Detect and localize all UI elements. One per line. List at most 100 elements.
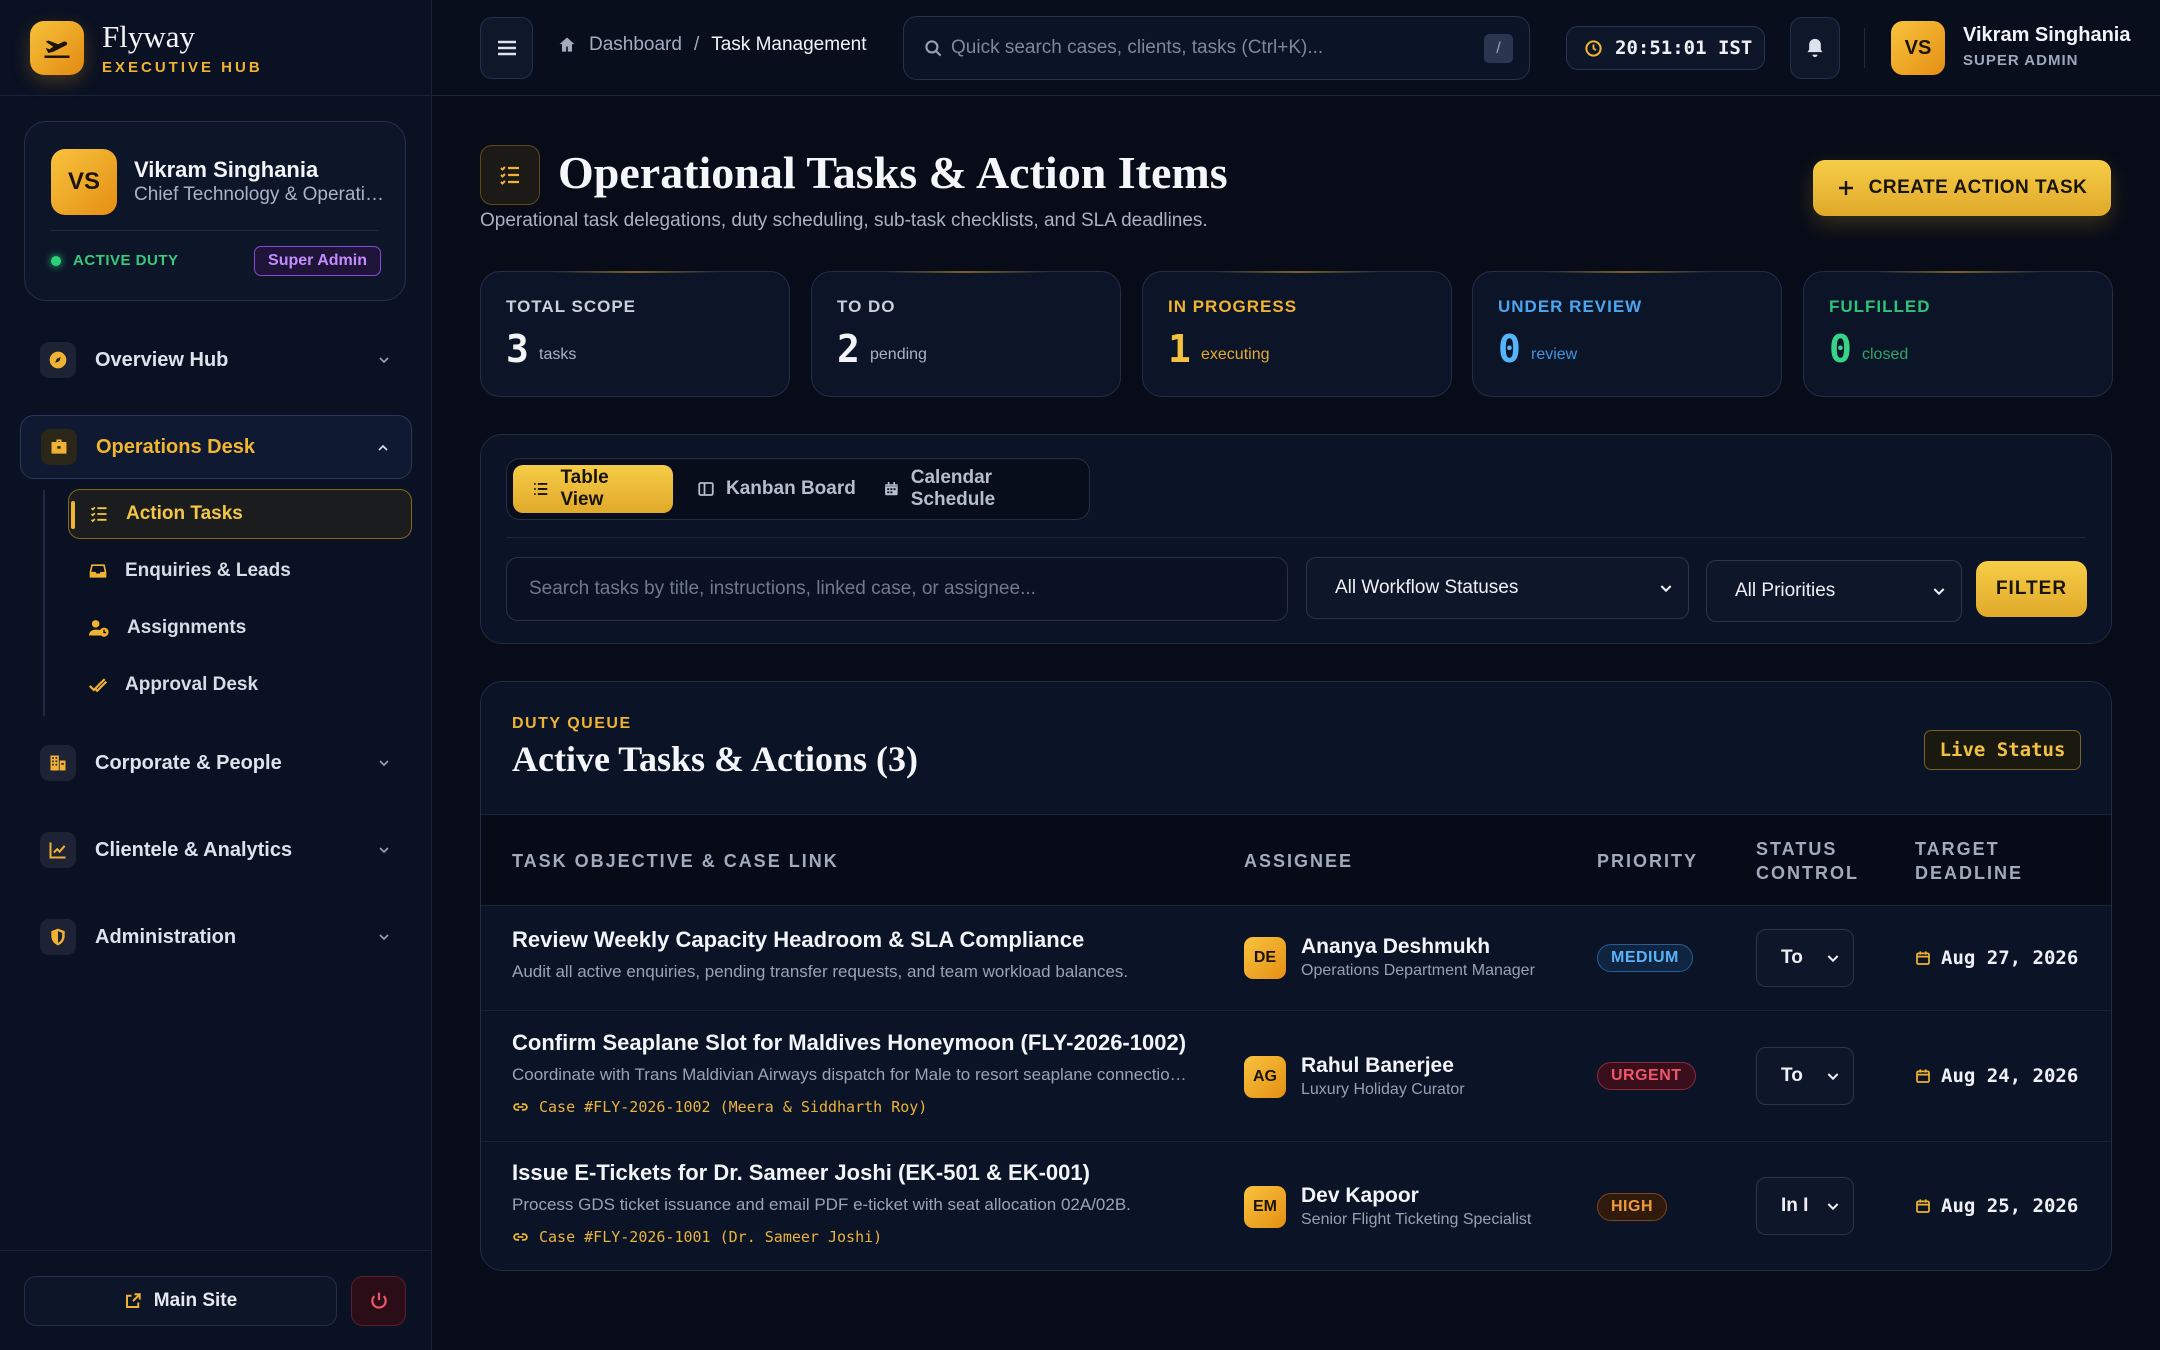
breadcrumb: Dashboard / Task Management xyxy=(557,34,866,56)
table-row[interactable]: Issue E-Tickets for Dr. Sameer Joshi (EK… xyxy=(481,1142,2111,1270)
duty-queue-label: DUTY QUEUE xyxy=(512,715,632,732)
status-select[interactable]: To xyxy=(1756,929,1854,987)
task-deadline: Aug 27, 2026 xyxy=(1915,947,2078,969)
brand[interactable]: Flyway EXECUTIVE HUB xyxy=(0,0,431,96)
chevron-down-icon xyxy=(379,760,389,767)
tab-table-view[interactable]: Table View xyxy=(513,465,673,513)
chevron-down-icon xyxy=(1827,1073,1839,1081)
sidebar-item-label: Action Tasks xyxy=(126,503,243,524)
nav-administration-label: Administration xyxy=(95,925,237,948)
user-avatar[interactable]: VS xyxy=(1891,21,1945,75)
select-value: All Workflow Statuses xyxy=(1335,577,1519,598)
assignee-name: Ananya Deshmukh xyxy=(1301,935,1491,958)
calendar-icon xyxy=(1916,1069,1930,1083)
stat-value: 3 xyxy=(506,327,529,371)
table-header: TASK OBJECTIVE & CASE LINK ASSIGNEE PRIO… xyxy=(481,814,2111,906)
nav-corporate-people[interactable]: Corporate & People xyxy=(20,731,412,795)
menu-toggle-button[interactable] xyxy=(480,17,533,79)
task-deadline: Aug 25, 2026 xyxy=(1915,1195,2078,1217)
stat-card-total: TOTAL SCOPE 3 tasks xyxy=(480,271,790,397)
nav-operations-label: Operations Desk xyxy=(96,435,255,458)
clock-icon xyxy=(1585,39,1602,57)
sidebar-item-assignments[interactable]: Assignments xyxy=(68,603,412,653)
nav-overview-label: Overview Hub xyxy=(95,348,229,371)
status-select[interactable]: To xyxy=(1756,1047,1854,1105)
column-header-status-line2: CONTROL xyxy=(1756,863,1859,883)
stat-unit: closed xyxy=(1862,346,1909,363)
nav-administration[interactable]: Administration xyxy=(20,905,412,969)
task-search-placeholder: Search tasks by title, instructions, lin… xyxy=(529,578,1036,599)
assignee-avatar: EM xyxy=(1244,1186,1286,1228)
chevron-down-icon xyxy=(379,934,389,941)
workflow-status-select[interactable]: All Workflow Statuses xyxy=(1306,557,1689,619)
chevron-down-icon xyxy=(1933,588,1945,596)
sidebar-item-label: Assignments xyxy=(127,617,247,638)
create-action-task-button[interactable]: CREATE ACTION TASK xyxy=(1813,160,2111,216)
stat-label: UNDER REVIEW xyxy=(1498,297,1643,316)
column-header-status-line1: STATUS xyxy=(1756,839,1838,859)
case-link-label: Case #FLY-2026-1002 (Meera & Siddharth R… xyxy=(539,1098,928,1116)
table-row[interactable]: Review Weekly Capacity Headroom & SLA Co… xyxy=(481,906,2111,1011)
assignee-role: Operations Department Manager xyxy=(1301,962,1535,979)
stat-label: TO DO xyxy=(837,297,896,316)
sidebar-item-enquiries[interactable]: Enquiries & Leads xyxy=(68,546,412,596)
main-site-button[interactable]: Main Site xyxy=(24,1276,337,1326)
priority-badge: URGENT xyxy=(1597,1062,1696,1090)
stat-unit: review xyxy=(1531,346,1578,363)
column-header-deadline: TARGET DEADLINE xyxy=(1915,837,2023,885)
case-link[interactable]: Case #FLY-2026-1001 (Dr. Sameer Joshi) xyxy=(512,1228,882,1246)
column-header-deadline-line1: TARGET xyxy=(1915,839,2000,859)
chevron-down-icon xyxy=(1827,1203,1839,1211)
sidebar-item-approval-desk[interactable]: Approval Desk xyxy=(68,660,412,710)
notifications-button[interactable] xyxy=(1790,17,1840,79)
profile-role: Chief Technology & Operations xyxy=(134,184,394,205)
task-description: Process GDS ticket issuance and email PD… xyxy=(512,1195,1131,1214)
breadcrumb-separator: / xyxy=(693,34,700,55)
logout-button[interactable] xyxy=(351,1276,406,1326)
priority-select[interactable]: All Priorities xyxy=(1706,560,1962,622)
inbox-icon xyxy=(89,564,107,578)
nav-operations-desk[interactable]: Operations Desk xyxy=(20,415,412,479)
user-name: Vikram Singhania xyxy=(1963,24,2131,46)
header-divider xyxy=(1864,28,1865,68)
duty-status: ACTIVE DUTY xyxy=(51,252,179,269)
create-button-label: CREATE ACTION TASK xyxy=(1868,177,2088,198)
double-check-icon xyxy=(88,678,108,693)
status-dot-icon xyxy=(51,255,61,266)
status-select[interactable]: In I xyxy=(1756,1177,1854,1235)
calendar-icon xyxy=(1916,951,1930,965)
global-search-input[interactable]: Quick search cases, clients, tasks (Ctrl… xyxy=(903,16,1530,80)
bell-icon xyxy=(1807,38,1823,58)
task-title[interactable]: Issue E-Tickets for Dr. Sameer Joshi (EK… xyxy=(512,1160,1090,1186)
tab-label: Table View xyxy=(560,467,609,510)
tab-calendar-schedule[interactable]: Calendar Schedule xyxy=(864,465,1089,513)
task-title[interactable]: Confirm Seaplane Slot for Maldives Honey… xyxy=(512,1030,1186,1056)
filter-button[interactable]: FILTER xyxy=(1976,561,2087,617)
nav-clientele-analytics[interactable]: Clientele & Analytics xyxy=(20,818,412,882)
building-icon xyxy=(40,745,76,781)
profile-card: VS Vikram Singhania Chief Technology & O… xyxy=(24,121,406,301)
tab-kanban-board[interactable]: Kanban Board xyxy=(678,465,875,513)
task-search-input[interactable]: Search tasks by title, instructions, lin… xyxy=(506,557,1288,621)
chart-line-icon xyxy=(40,832,76,868)
page-subtitle: Operational task delegations, duty sched… xyxy=(480,210,1208,231)
nav-overview-hub[interactable]: Overview Hub xyxy=(20,328,412,392)
shield-icon xyxy=(40,919,76,955)
global-search-placeholder: Quick search cases, clients, tasks (Ctrl… xyxy=(951,37,1324,58)
priority-badge: MEDIUM xyxy=(1597,944,1693,972)
breadcrumb-home[interactable]: Dashboard xyxy=(589,34,682,56)
columns-icon xyxy=(698,482,714,496)
column-header-objective: TASK OBJECTIVE & CASE LINK xyxy=(512,851,839,871)
profile-name: Vikram Singhania xyxy=(134,157,319,182)
column-header-status: STATUS CONTROL xyxy=(1756,837,1859,885)
profile-divider xyxy=(51,230,379,231)
page-title: Operational Tasks & Action Items xyxy=(558,147,1228,198)
deadline-value: Aug 24, 2026 xyxy=(1941,1065,2079,1087)
task-table-card: DUTY QUEUE Active Tasks & Actions (3) Li… xyxy=(480,681,2112,1271)
table-row[interactable]: Confirm Seaplane Slot for Maldives Honey… xyxy=(481,1011,2111,1142)
sidebar-item-action-tasks[interactable]: Action Tasks xyxy=(68,489,412,539)
task-title[interactable]: Review Weekly Capacity Headroom & SLA Co… xyxy=(512,927,1084,953)
user-clock-icon xyxy=(89,620,109,637)
case-link[interactable]: Case #FLY-2026-1002 (Meera & Siddharth R… xyxy=(512,1098,927,1116)
home-icon xyxy=(559,37,575,52)
